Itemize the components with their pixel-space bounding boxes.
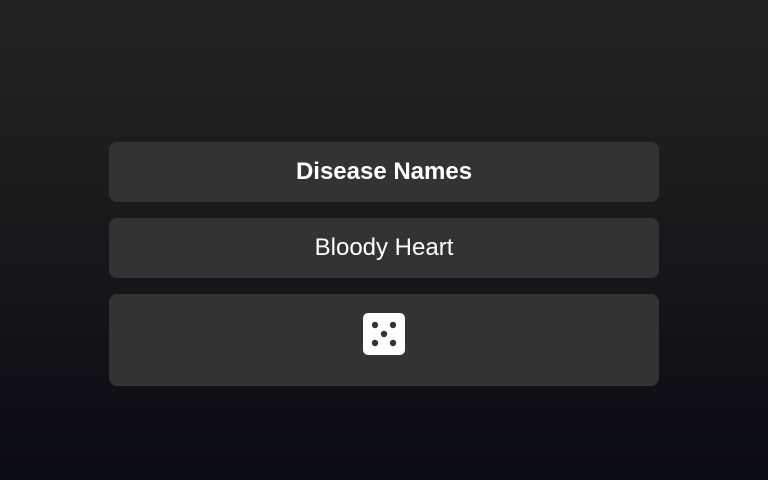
roll-dice-button[interactable] [109, 294, 659, 386]
generated-name-text: Bloody Heart [314, 234, 454, 261]
page-title-panel: Disease Names [109, 142, 659, 202]
page-title: Disease Names [295, 158, 473, 185]
dice-five-icon [363, 313, 405, 355]
generated-name-panel: Bloody Heart [109, 218, 659, 278]
